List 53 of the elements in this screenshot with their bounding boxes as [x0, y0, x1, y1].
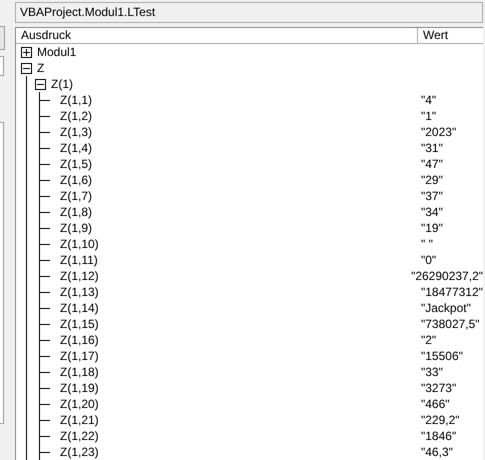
value-text: "37" [421, 189, 443, 203]
collapse-icon[interactable] [21, 62, 32, 74]
expression-text: Z(1,2) [60, 109, 92, 123]
value-text: "466" [421, 397, 450, 411]
value-text: "1" [421, 109, 436, 123]
value-text: "33" [421, 365, 443, 379]
expression-text: Z(1,6) [60, 173, 92, 187]
expression-text: Z(1,21) [60, 413, 99, 427]
value-text: "2023" [421, 125, 456, 139]
value-text: "738027,5" [421, 317, 480, 331]
expression-text: Z(1,1) [60, 93, 92, 107]
expression-text: Z(1,9) [60, 221, 92, 235]
collapse-icon[interactable] [35, 78, 46, 90]
expression-text: Modul1 [37, 45, 76, 59]
expression-text: Z(1,11) [60, 253, 98, 267]
value-text: "229,2" [421, 413, 460, 427]
expression-text: Z(1,12) [60, 269, 99, 283]
value-text: "3273" [421, 381, 456, 395]
expression-text: Z(1,10) [60, 237, 99, 251]
value-text: "2" [421, 333, 436, 347]
expression-text: Z(1,3) [60, 125, 92, 139]
value-text: "4" [421, 93, 436, 107]
expression-text: Z(1,14) [60, 301, 99, 315]
value-text: " " [421, 237, 433, 251]
value-text: "26290237,2" [411, 269, 483, 283]
expression-text: Z(1,23) [60, 445, 99, 459]
expression-text: Z(1,22) [60, 429, 99, 443]
expression-text: Z(1,19) [60, 381, 99, 395]
context-field: VBAProject.Modul1.LTest [15, 2, 483, 23]
expression-text: Z(1,8) [60, 205, 92, 219]
expression-text: Z(1,16) [60, 333, 99, 347]
value-text: "34" [421, 205, 443, 219]
expression-text: Z(1,17) [60, 349, 99, 363]
value-text: "1846" [421, 429, 456, 443]
value-text: "29" [421, 173, 443, 187]
value-text: "47" [421, 157, 443, 171]
expression-text: Z [37, 61, 44, 75]
expression-text: Z(1,20) [60, 397, 99, 411]
value-text: "18477312" [421, 285, 483, 299]
value-text: "19" [421, 221, 443, 235]
expression-text: Z(1) [51, 77, 73, 91]
expression-text: Z(1,5) [60, 157, 92, 171]
expression-text: Z(1,4) [60, 141, 92, 155]
expression-text: Z(1,18) [60, 365, 99, 379]
expression-text: Z(1,7) [60, 189, 92, 203]
value-text: "31" [421, 141, 443, 155]
value-text: "46,3" [421, 445, 453, 459]
expression-text: Z(1,15) [60, 317, 99, 331]
value-text: "0" [421, 253, 436, 267]
expression-text: Z(1,13) [60, 285, 99, 299]
value-text: "Jackpot" [421, 301, 471, 315]
expand-icon[interactable] [21, 46, 32, 58]
value-text: "15506" [421, 349, 463, 363]
